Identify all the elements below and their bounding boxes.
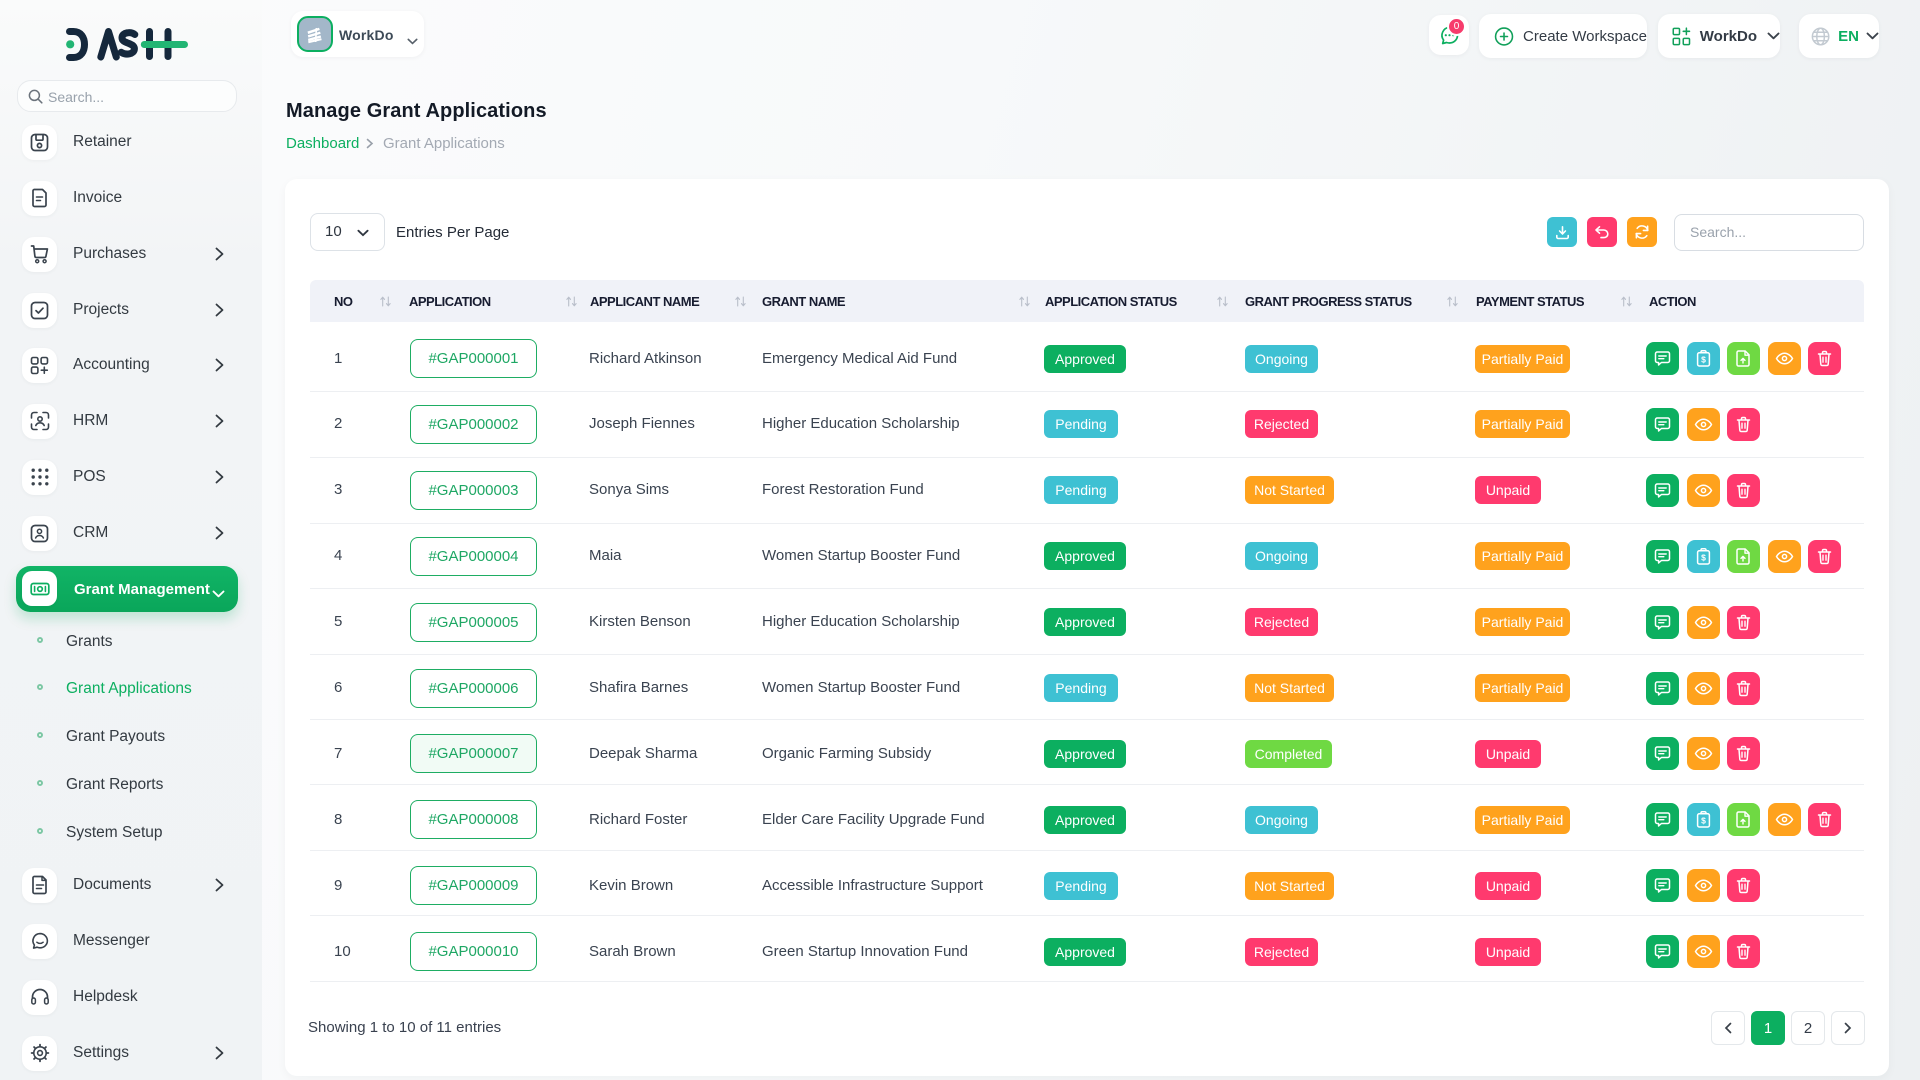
svg-text:$: $ <box>1701 354 1706 364</box>
svg-text:$: $ <box>1701 816 1706 826</box>
svg-text:$: $ <box>1701 552 1706 562</box>
